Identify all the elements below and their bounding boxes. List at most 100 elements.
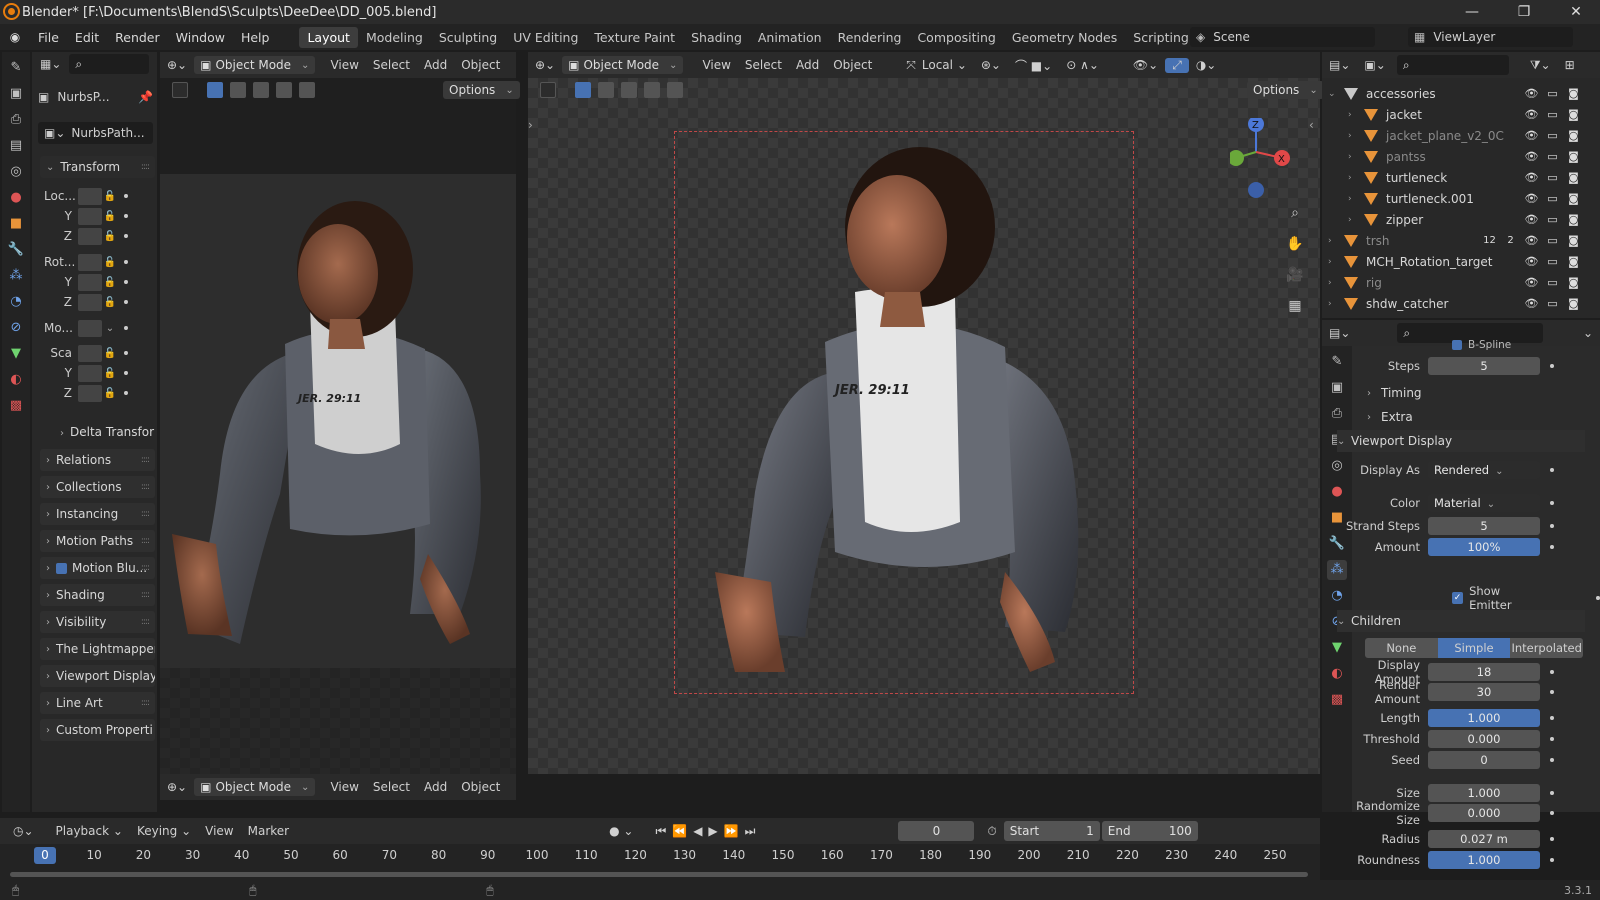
constraints-icon[interactable]: ⊘ [6, 318, 26, 338]
object-icon[interactable]: ■ [6, 214, 26, 234]
length-slider[interactable]: 1.000 [1428, 709, 1540, 727]
section-collections[interactable]: › Collections:::: [40, 476, 155, 498]
transform-header[interactable]: ⌄ Transform:::: [40, 156, 155, 178]
outliner-row[interactable]: › trsh 12 2 👁 ▭ ◙ [1322, 230, 1584, 251]
amount-slider[interactable]: 100% [1428, 538, 1540, 556]
editor-type-icon[interactable]: ▤⌄ [1322, 58, 1357, 72]
render-toggle-icon[interactable]: ◙ [1563, 129, 1584, 142]
playback-menu[interactable]: Playback ⌄ [49, 824, 130, 838]
menu-help[interactable]: Help [233, 30, 278, 45]
render-toggle-icon[interactable]: ◙ [1563, 171, 1584, 184]
viewport-toggle-icon[interactable]: ▭ [1542, 87, 1563, 100]
display-amount-field[interactable]: 18 [1428, 663, 1540, 681]
editor-type-icon[interactable]: ◷⌄ [6, 824, 41, 838]
select-intersect-icon[interactable] [667, 82, 683, 98]
expand-icon[interactable]: › [1348, 152, 1364, 162]
viewport-toggle-icon[interactable]: ▭ [1542, 150, 1563, 163]
texture-icon[interactable]: ▩ [6, 396, 26, 416]
outliner-row[interactable]: › zipper 👁 ▭ ◙ [1322, 209, 1584, 230]
section-custom-properties[interactable]: › Custom Properti [40, 719, 155, 741]
tab-animation[interactable]: Animation [750, 27, 830, 48]
expand-icon[interactable]: › [1348, 194, 1364, 204]
render-toggle-icon[interactable]: ◙ [1563, 276, 1584, 289]
menu-add[interactable]: Add [417, 780, 454, 794]
end-frame-field[interactable]: End 100 [1101, 821, 1198, 841]
outliner-row[interactable]: › jacket 👁 ▭ ◙ [1322, 104, 1584, 125]
visibility-toggle-icon[interactable]: 👁 [1521, 150, 1542, 163]
outliner-row[interactable]: › turtleneck.001 👁 ▭ ◙ [1322, 188, 1584, 209]
menu-view[interactable]: View [323, 780, 365, 794]
data-icon[interactable]: ▼ [1327, 638, 1347, 658]
viewport-toggle-icon[interactable]: ▭ [1542, 297, 1563, 310]
randomize-size-field[interactable]: 0.000 [1428, 804, 1540, 822]
menu-select[interactable]: Select [738, 58, 789, 72]
render-toggle-icon[interactable]: ◙ [1563, 255, 1584, 268]
filter-icon[interactable]: ⧩⌄ [1523, 58, 1558, 73]
minimize-icon[interactable]: — [1452, 2, 1492, 22]
select-tool-icon[interactable] [172, 82, 188, 98]
pan-hand-icon[interactable]: ✋ [1283, 232, 1307, 256]
editor-type-icon[interactable]: ▤⌄ [1322, 326, 1357, 340]
expand-icon[interactable]: › [1348, 173, 1364, 183]
tool-icon[interactable]: ✎ [6, 58, 26, 78]
tab-sculpting[interactable]: Sculpting [431, 27, 505, 48]
view-layer-selector[interactable]: ▦ ViewLayer [1408, 27, 1573, 47]
pin-icon[interactable]: 📌 [138, 90, 153, 104]
select-intersect-icon[interactable] [299, 82, 315, 98]
visibility-toggle-icon[interactable]: 👁 [1521, 108, 1542, 121]
visibility-toggle-icon[interactable]: 👁 [1521, 234, 1542, 247]
options-icon[interactable]: ⌄ [1576, 326, 1600, 340]
expand-icon[interactable]: › [1328, 299, 1344, 309]
outliner-search[interactable]: ⌕ [1396, 55, 1509, 75]
render-toggle-icon[interactable]: ◙ [1563, 108, 1584, 121]
gizmo-icon[interactable]: ⤢ [1165, 57, 1189, 73]
menu-render[interactable]: Render [107, 30, 168, 45]
menu-select[interactable]: Select [366, 58, 417, 72]
menu-select[interactable]: Select [366, 780, 417, 794]
menu-file[interactable]: File [30, 30, 67, 45]
tab-uv-editing[interactable]: UV Editing [505, 27, 586, 48]
outliner-row[interactable]: › rig 👁 ▭ ◙ [1322, 272, 1584, 293]
section-relations[interactable]: › Relations:::: [40, 449, 155, 471]
marker-menu[interactable]: Marker [241, 824, 296, 838]
record-icon[interactable]: ● ⌄ [602, 824, 640, 838]
timeline-scrollbar[interactable] [10, 872, 1308, 877]
snap-icon[interactable]: ⌒ ■⌄ [1008, 57, 1059, 74]
physics-icon[interactable]: ◔ [1327, 586, 1347, 606]
visibility-icon[interactable]: 👁⌄ [1126, 58, 1165, 72]
tab-geometry-nodes[interactable]: Geometry Nodes [1004, 27, 1125, 48]
modifier-icon[interactable]: 🔧 [6, 240, 26, 260]
viewport-toggle-icon[interactable]: ▭ [1542, 276, 1563, 289]
visibility-toggle-icon[interactable]: 👁 [1521, 276, 1542, 289]
object-mode-dropdown-bottom[interactable]: ▣ Object Mode [194, 778, 316, 796]
display-as-dropdown[interactable]: Rendered [1428, 461, 1540, 479]
section-motion-blur[interactable]: › Motion Blu...:::: [40, 557, 155, 579]
child-none-button[interactable]: None [1365, 638, 1438, 658]
scene-selector[interactable]: ◈ Scene [1190, 27, 1375, 47]
view-layer-icon[interactable]: ▤ [6, 136, 26, 156]
child-simple-button[interactable]: Simple [1437, 638, 1511, 658]
viewport-display-section[interactable]: ⌄ Viewport Display [1337, 430, 1585, 452]
new-collection-icon[interactable]: ⊞ [1558, 58, 1582, 72]
menu-view[interactable]: View [695, 58, 737, 72]
render-toggle-icon[interactable]: ◙ [1563, 192, 1584, 205]
data-selector[interactable]: ▣⌄ NurbsPath... [38, 122, 153, 144]
render-icon[interactable]: ▣ [6, 84, 26, 104]
show-emitter-checkbox[interactable]: ✓ [1452, 592, 1464, 604]
select-subtract-icon[interactable] [621, 82, 637, 98]
expand-icon[interactable]: ⌄ [1328, 89, 1344, 99]
section-shading[interactable]: › Shading:::: [40, 584, 155, 606]
display-mode-icon[interactable]: ▣⌄ [1357, 58, 1392, 72]
select-subtract-icon[interactable] [253, 82, 269, 98]
maximize-icon[interactable]: ❐ [1504, 2, 1544, 22]
menu-window[interactable]: Window [168, 30, 233, 45]
expand-icon[interactable]: › [1348, 215, 1364, 225]
viewport-toggle-icon[interactable]: ▭ [1542, 192, 1563, 205]
section-line-art[interactable]: › Line Art:::: [40, 692, 155, 714]
select-extend-icon[interactable] [598, 82, 614, 98]
child-interpolated-button[interactable]: Interpolated [1510, 638, 1584, 658]
playback-controls[interactable]: ⏮⏪◀▶⏩⏭ [648, 824, 768, 839]
navigation-gizmo[interactable]: Z X [1228, 116, 1290, 202]
zoom-icon[interactable]: ⌕ [1283, 201, 1307, 225]
menu-object[interactable]: Object [826, 58, 879, 72]
